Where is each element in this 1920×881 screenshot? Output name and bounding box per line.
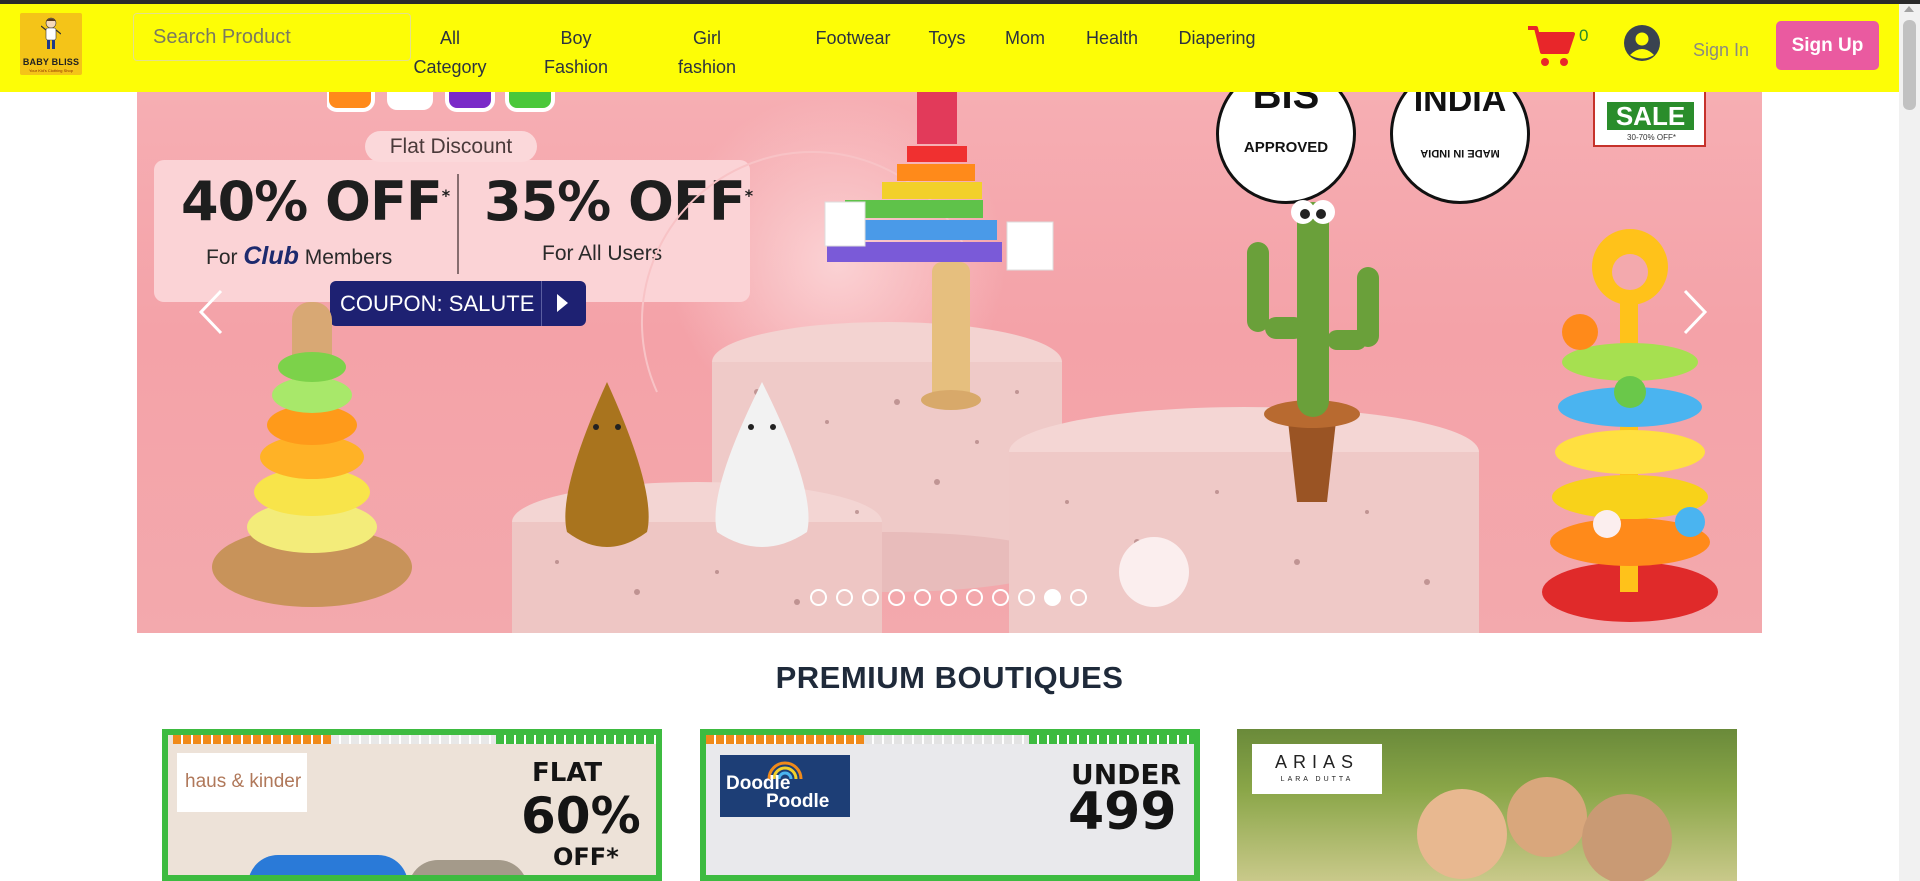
site-logo[interactable]: BABY BLISS Your Kid's Clothing Shop	[20, 13, 82, 75]
boutique-card-arias[interactable]: ARIAS LARA DUTTA	[1237, 729, 1737, 881]
card3-kid1-image	[1417, 789, 1507, 879]
baby-logo-icon	[41, 17, 61, 49]
card3-mother-image	[1582, 794, 1672, 881]
card1-line1: FLAT	[532, 758, 603, 788]
carousel-dot[interactable]	[888, 589, 905, 606]
nav-girl-fashion-line1: Girl	[693, 28, 721, 48]
nav-girl-fashion[interactable]: Girl fashion	[669, 24, 745, 82]
haus-kinder-brand: haus & kinder	[185, 771, 302, 792]
logo-title: BABY BLISS	[22, 57, 80, 67]
arias-logo: ARIAS LARA DUTTA	[1252, 744, 1382, 794]
card1-product-image-2	[408, 860, 528, 875]
card3-kid2-image	[1507, 777, 1587, 857]
nav-all-category-line2: Category	[413, 57, 487, 77]
carousel-dot[interactable]	[992, 589, 1009, 606]
nav-diapering[interactable]: Diapering	[1175, 24, 1259, 53]
arias-brand: ARIAS	[1274, 752, 1360, 772]
card1-line3: OFF*	[553, 843, 619, 871]
card2-line2: 499	[1068, 782, 1177, 842]
user-icon[interactable]	[1623, 24, 1661, 62]
carousel-dot-active[interactable]	[1044, 589, 1061, 606]
nav-toys[interactable]: Toys	[926, 24, 968, 53]
card1-line2: 60%	[521, 787, 641, 845]
carousel-dot[interactable]	[1070, 589, 1087, 606]
nav-girl-fashion-line2: fashion	[677, 57, 737, 77]
nav-footwear-label: Footwear	[815, 28, 891, 48]
card2-stripe-white	[864, 735, 1029, 744]
nav-health[interactable]: Health	[1083, 24, 1141, 53]
carousel-dot[interactable]	[810, 589, 827, 606]
nav-boy-fashion-line1: Boy	[560, 28, 592, 48]
haus-kinder-logo: haus & kinder	[177, 753, 307, 812]
card1-stripe-green	[496, 735, 656, 744]
nav-all-category-line1: All	[439, 28, 460, 48]
poodle-word: Poodle	[766, 791, 830, 812]
logo-subtitle: Your Kid's Clothing Shop	[29, 68, 73, 73]
carousel-dot[interactable]	[914, 589, 931, 606]
carousel-dot[interactable]	[966, 589, 983, 606]
scroll-up-arrow-icon[interactable]	[1904, 6, 1914, 12]
nav-diapering-label: Diapering	[1178, 28, 1256, 48]
page-scrollbar[interactable]	[1899, 4, 1920, 881]
nav-all-category[interactable]: All Category	[412, 24, 488, 82]
sign-up-button[interactable]: Sign Up	[1776, 21, 1879, 70]
carousel-dot[interactable]	[940, 589, 957, 606]
carousel-dot[interactable]	[1018, 589, 1035, 606]
card1-stripe-white	[331, 735, 496, 744]
nav-boy-fashion-line2: Fashion	[543, 57, 609, 77]
card2-stripe-green	[1029, 735, 1194, 744]
hero-carousel: Flat Discount 40% OFF* For Club Members …	[137, 92, 1762, 633]
carousel-dot[interactable]	[836, 589, 853, 606]
premium-boutiques-heading: PREMIUM BOUTIQUES	[775, 660, 1124, 695]
card1-product-image	[248, 855, 408, 875]
card1-stripe-orange	[173, 735, 331, 744]
sign-in-link[interactable]: Sign In	[1693, 40, 1749, 61]
boutique-card-doodle-poodle[interactable]: Doodle Poodle UNDER 499	[700, 729, 1200, 881]
cart-count: 0	[1579, 26, 1589, 45]
card2-stripe-orange	[706, 735, 864, 744]
cart-icon[interactable]	[1527, 24, 1575, 68]
nav-mom-label: Mom	[1005, 28, 1045, 48]
toys-scene-image	[212, 92, 1718, 633]
doodle-poodle-logo: Doodle Poodle	[720, 755, 850, 817]
nav-boy-fashion[interactable]: Boy Fashion	[538, 24, 614, 82]
nav-mom[interactable]: Mom	[1000, 24, 1050, 53]
header-navbar: BABY BLISS Your Kid's Clothing Shop All …	[0, 4, 1920, 92]
arias-brand-sub: LARA DUTTA	[1280, 776, 1354, 783]
nav-health-label: Health	[1085, 28, 1139, 48]
search-input[interactable]	[133, 13, 411, 61]
scrollbar-thumb[interactable]	[1903, 20, 1916, 110]
boutique-card-haus-kinder[interactable]: haus & kinder FLAT 60% OFF*	[162, 729, 662, 881]
nav-footwear[interactable]: Footwear	[810, 24, 896, 53]
carousel-dot[interactable]	[862, 589, 879, 606]
nav-toys-label: Toys	[928, 28, 966, 48]
